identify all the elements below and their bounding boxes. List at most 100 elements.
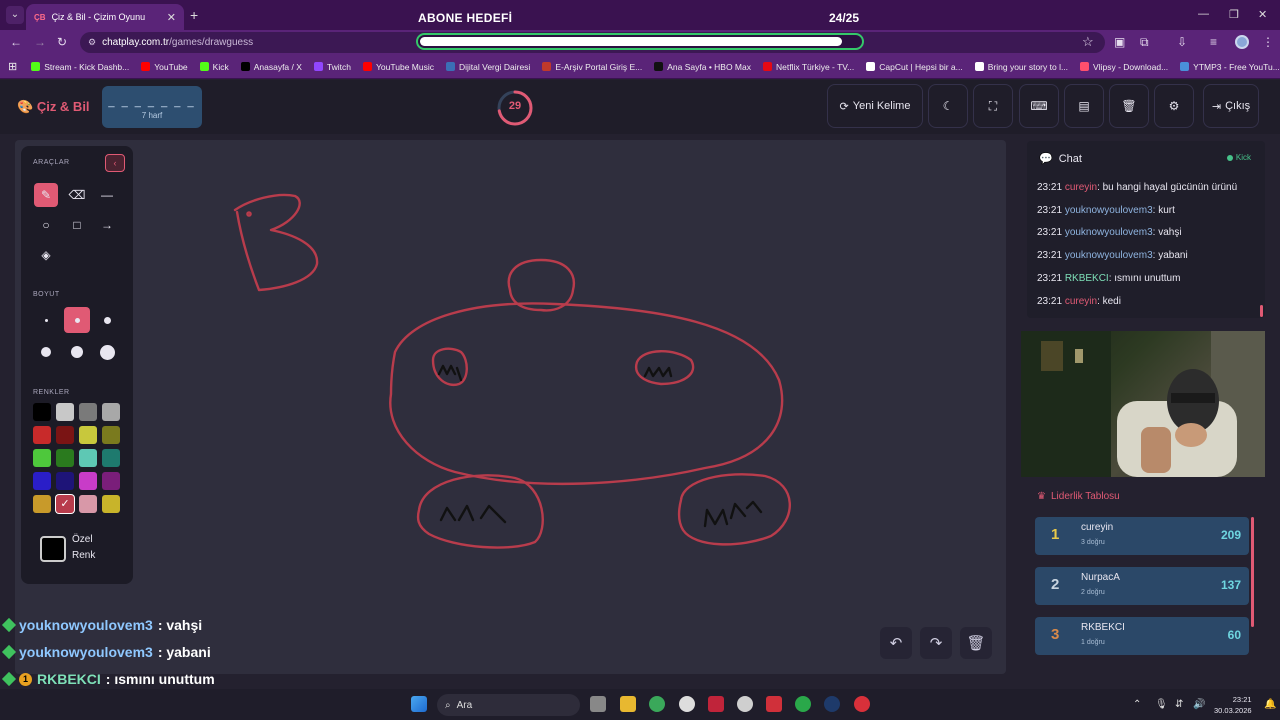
bookmark-item[interactable]: Vlipsy - Download... bbox=[1080, 62, 1168, 72]
exit-button[interactable]: ⇥ Çıkış bbox=[1203, 84, 1259, 128]
color-swatch[interactable] bbox=[33, 495, 51, 513]
maximize-button[interactable]: ❐ bbox=[1229, 8, 1239, 21]
delete-drawing-button[interactable]: 🗑 bbox=[960, 627, 992, 659]
chat-user[interactable]: RKBEKCI bbox=[1065, 273, 1109, 284]
chat-user[interactable]: youknowyoulovem3 bbox=[1065, 205, 1153, 216]
color-swatch[interactable]: ✓ bbox=[56, 495, 74, 513]
clear-button[interactable]: 🗑 bbox=[1109, 84, 1149, 128]
tray-chevron-icon[interactable]: ⌃ bbox=[1133, 699, 1141, 710]
color-swatch[interactable] bbox=[33, 449, 51, 467]
color-swatch[interactable] bbox=[102, 472, 120, 490]
chat-user[interactable]: youknowyoulovem3 bbox=[1065, 227, 1153, 238]
bookmark-item[interactable]: Twitch bbox=[313, 62, 351, 72]
color-swatch[interactable] bbox=[33, 472, 51, 490]
volume-icon[interactable]: 🔊 bbox=[1193, 699, 1205, 710]
extension-icon[interactable]: ▣ bbox=[1114, 35, 1125, 49]
bookmark-item[interactable]: YTMP3 - Free YouTu... bbox=[1180, 62, 1280, 72]
rectangle-tool-button[interactable]: □ bbox=[65, 213, 89, 237]
color-swatch[interactable] bbox=[102, 495, 120, 513]
redo-button[interactable]: ↷ bbox=[920, 627, 952, 659]
settings-button[interactable]: ⚙ bbox=[1154, 84, 1194, 128]
system-clock[interactable]: 23:21 30.03.2026 bbox=[1214, 694, 1252, 716]
bookmark-item[interactable]: E-Arşiv Portal Giriş E... bbox=[542, 62, 642, 72]
size-5-button[interactable] bbox=[64, 339, 90, 365]
steam-icon[interactable] bbox=[824, 696, 840, 712]
size-2-button[interactable] bbox=[64, 307, 90, 333]
profile-avatar[interactable] bbox=[1235, 35, 1249, 49]
color-swatch[interactable] bbox=[79, 495, 97, 513]
tab-close-icon[interactable]: ✕ bbox=[167, 11, 176, 24]
drawing-canvas[interactable] bbox=[15, 140, 1006, 674]
bookmark-item[interactable]: Bring your story to l... bbox=[974, 62, 1068, 72]
collapse-panel-button[interactable]: ‹ bbox=[105, 154, 125, 172]
undo-button[interactable]: ↶ bbox=[880, 627, 912, 659]
downloads-icon[interactable]: ⇩ bbox=[1177, 35, 1187, 49]
color-swatch[interactable] bbox=[79, 403, 97, 421]
chat-user[interactable]: youknowyoulovem3 bbox=[1065, 250, 1153, 261]
browser-tab-active[interactable]: ÇB Çiz & Bil - Çizim Oyunu ✕ bbox=[26, 4, 184, 30]
color-swatch[interactable] bbox=[33, 403, 51, 421]
site-info-icon[interactable]: ⚙ bbox=[88, 37, 96, 48]
close-window-button[interactable]: ✕ bbox=[1258, 8, 1267, 21]
apps-grid-icon[interactable]: ⊞ bbox=[8, 60, 17, 73]
bookmark-item[interactable]: Stream - Kick Dashb... bbox=[31, 62, 129, 72]
reload-icon[interactable]: ↻ bbox=[57, 35, 67, 49]
fullscreen-button[interactable]: ⛶ bbox=[973, 84, 1013, 128]
archive-button[interactable]: ▤ bbox=[1064, 84, 1104, 128]
chrome-icon[interactable] bbox=[649, 696, 665, 712]
app-icon-2[interactable] bbox=[708, 696, 724, 712]
size-1-button[interactable] bbox=[33, 307, 59, 333]
tab-search-button[interactable]: ⌄ bbox=[6, 6, 24, 24]
custom-color-picker[interactable] bbox=[40, 536, 66, 562]
taskbar-search[interactable]: ⌕ Ara bbox=[437, 694, 580, 716]
color-swatch[interactable] bbox=[79, 449, 97, 467]
windows-start-icon[interactable] bbox=[411, 696, 427, 712]
color-swatch[interactable] bbox=[33, 426, 51, 444]
microphone-icon[interactable]: 🎙 bbox=[1155, 699, 1168, 710]
pen-tool-button[interactable]: ✎ bbox=[34, 183, 58, 207]
bookmark-item[interactable]: Netflix Türkiye - TV... bbox=[763, 62, 854, 72]
reading-list-icon[interactable]: ≡ bbox=[1210, 35, 1217, 49]
chat-scrollbar[interactable] bbox=[1260, 305, 1263, 317]
color-swatch[interactable] bbox=[102, 426, 120, 444]
arrow-tool-button[interactable]: → bbox=[95, 213, 119, 237]
bookmark-item[interactable]: YouTube bbox=[141, 62, 188, 72]
app-icon-4[interactable] bbox=[766, 696, 782, 712]
size-3-button[interactable] bbox=[94, 307, 120, 333]
chat-user[interactable]: cureyin bbox=[1065, 296, 1097, 307]
fill-tool-button[interactable]: ◈ bbox=[34, 243, 58, 267]
app-icon-5[interactable] bbox=[854, 696, 870, 712]
keyboard-button[interactable]: ⌨ bbox=[1019, 84, 1059, 128]
network-icon[interactable]: ⇵ bbox=[1175, 699, 1183, 710]
color-swatch[interactable] bbox=[56, 403, 74, 421]
color-swatch[interactable] bbox=[79, 472, 97, 490]
leaderboard-scrollbar[interactable] bbox=[1251, 517, 1254, 627]
minimize-button[interactable]: — bbox=[1198, 8, 1209, 20]
size-6-button[interactable] bbox=[94, 339, 120, 365]
new-tab-button[interactable]: + bbox=[190, 7, 198, 23]
back-arrow-icon[interactable]: ← bbox=[10, 35, 22, 49]
color-swatch[interactable] bbox=[56, 449, 74, 467]
dark-mode-button[interactable]: ☾ bbox=[928, 84, 968, 128]
xbox-icon[interactable] bbox=[795, 696, 811, 712]
eraser-tool-button[interactable]: ⌫ bbox=[65, 183, 89, 207]
app-icon-1[interactable] bbox=[679, 696, 695, 712]
bookmark-item[interactable]: YouTube Music bbox=[363, 62, 434, 72]
puzzle-icon[interactable]: ⧉ bbox=[1140, 35, 1149, 50]
color-swatch[interactable] bbox=[56, 472, 74, 490]
color-swatch[interactable] bbox=[79, 426, 97, 444]
color-swatch[interactable] bbox=[56, 426, 74, 444]
settings-app-icon[interactable] bbox=[590, 696, 606, 712]
circle-tool-button[interactable]: ○ bbox=[34, 213, 58, 237]
bookmark-star-icon[interactable]: ☆ bbox=[1082, 34, 1094, 50]
bookmark-item[interactable]: Kick bbox=[199, 62, 229, 72]
forward-arrow-icon[interactable]: → bbox=[34, 35, 46, 49]
color-swatch[interactable] bbox=[102, 403, 120, 421]
size-4-button[interactable] bbox=[33, 339, 59, 365]
chat-user[interactable]: cureyin bbox=[1065, 182, 1097, 193]
new-word-button[interactable]: ⟳ Yeni Kelime bbox=[827, 84, 923, 128]
file-explorer-icon[interactable] bbox=[620, 696, 636, 712]
notification-icon[interactable]: 🔔 bbox=[1264, 699, 1276, 710]
bookmark-item[interactable]: Ana Sayfa • HBO Max bbox=[654, 62, 751, 72]
line-tool-button[interactable]: — bbox=[95, 183, 119, 207]
